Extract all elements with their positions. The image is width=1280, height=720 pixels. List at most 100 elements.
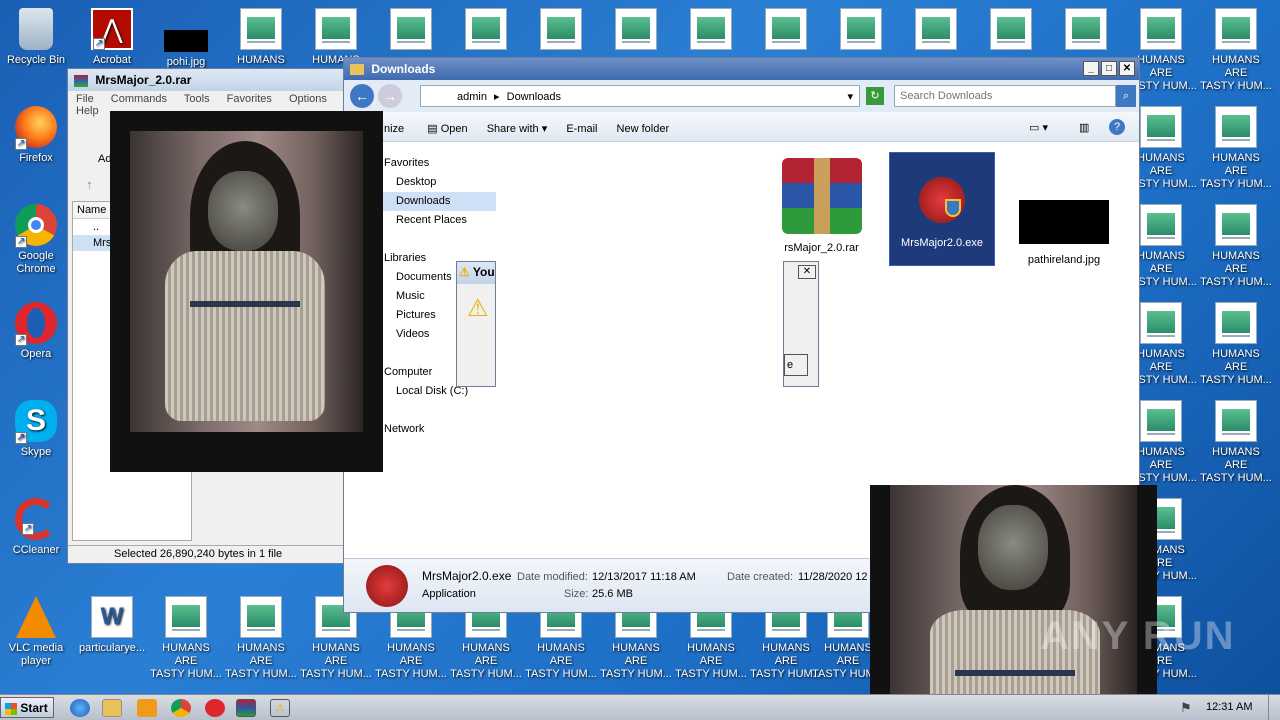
ie-icon[interactable] (70, 699, 90, 717)
window-title: MrsMajor_2.0.rar (95, 73, 192, 87)
close-button[interactable]: ✕ (798, 265, 816, 279)
desktop-icon-humans[interactable] (750, 8, 822, 54)
explorer-titlebar[interactable]: Downloads _ □ ✕ (344, 58, 1139, 80)
desktop-icon-chrome[interactable]: ↗ Google Chrome (0, 204, 72, 276)
desktop-icon-vlc[interactable]: VLC media player (0, 596, 72, 668)
warning-dialog[interactable]: ⚠ You ⚠ (456, 261, 496, 387)
search-input[interactable] (894, 85, 1116, 107)
menu-item-commands[interactable]: Commands (111, 93, 167, 105)
minimize-button[interactable]: _ (1083, 61, 1099, 76)
document-icon (1140, 302, 1182, 344)
winrar-taskbar-icon[interactable] (236, 699, 256, 717)
details-file-type: Application (422, 588, 476, 600)
desktop-icon-humans[interactable]: HUMANS ARE TASTY HUM... (1200, 8, 1272, 93)
organize-button[interactable]: nize (384, 123, 404, 135)
file-item-rar[interactable]: rsMajor_2.0.rar (774, 158, 869, 254)
desktop-icon-acrobat[interactable]: ⋀ ↗ Acrobat (76, 8, 148, 67)
warning-taskbar-icon[interactable]: ⚠ (270, 699, 290, 717)
share-button[interactable]: Share with ▾ (487, 123, 548, 135)
desktop-icon-humans[interactable] (675, 8, 747, 54)
opera-taskbar-icon[interactable] (205, 699, 225, 717)
desktop-icon-humans[interactable]: HUMANS ARE TASTY HUM... (1200, 302, 1272, 387)
breadcrumb[interactable]: admin ▸ Downloads ▾ (420, 85, 860, 107)
desktop-icon-particular[interactable]: W particularye... (76, 596, 148, 655)
winrar-app-icon (74, 74, 88, 87)
breadcrumb-item[interactable]: Downloads (507, 91, 561, 103)
desktop-icon-label: HUMANS ARE (1212, 348, 1260, 373)
email-button[interactable]: E-mail (566, 123, 597, 135)
desktop-icon-humans[interactable] (1050, 8, 1122, 54)
close-button[interactable]: ✕ (1119, 61, 1135, 76)
clock[interactable]: 12:31 AM (1206, 701, 1252, 713)
flag-icon[interactable]: ⚑ (1180, 700, 1192, 716)
menu-item-help[interactable]: Help (76, 105, 99, 117)
desktop-icon-humans[interactable] (375, 8, 447, 54)
recycle-bin-icon (19, 8, 53, 50)
desktop-icon-label: HUMANS ARE (387, 642, 435, 667)
desktop-icon-humans[interactable] (450, 8, 522, 54)
document-icon (240, 8, 282, 50)
desktop-icon-humans[interactable]: HUMANS ARE TASTY HUM... (225, 596, 297, 681)
desktop-icon-label: TASTY HUM... (525, 668, 597, 680)
winrar-titlebar[interactable]: MrsMajor_2.0.rar (68, 69, 349, 91)
breadcrumb-item[interactable]: admin (457, 91, 487, 103)
menu-item-favorites[interactable]: Favorites (227, 93, 272, 105)
menu-item-file[interactable]: File (76, 93, 94, 105)
warning-dialog-right[interactable]: ✕ e (783, 261, 819, 387)
desktop-icon-humans[interactable]: HUMANS ARE TASTY HUM... (1200, 400, 1272, 485)
desktop-icon-recycle-bin[interactable]: Recycle Bin (0, 8, 72, 67)
desktop-icon-pohi[interactable]: pohi.jpg (150, 8, 222, 69)
maximize-button[interactable]: □ (1101, 61, 1117, 76)
desktop-icon-humans[interactable] (975, 8, 1047, 54)
search-icon[interactable]: ⌕ (1116, 85, 1136, 107)
forward-arrow-icon[interactable]: → (378, 84, 402, 108)
desktop-icon-label: TASTY HUM... (375, 668, 447, 680)
command-bar: nize ▤ Open Share with ▾ E-mail New fold… (344, 112, 1139, 142)
chevron-down-icon[interactable]: ▾ (847, 90, 853, 103)
menu-item-options[interactable]: Options (289, 93, 327, 105)
explorer-taskbar-icon[interactable] (102, 699, 122, 717)
dialog-button[interactable]: e (784, 354, 808, 376)
media-player-icon[interactable] (137, 699, 157, 717)
open-button[interactable]: ▤ Open (427, 123, 467, 135)
document-icon (165, 596, 207, 638)
desktop-icon-ccleaner[interactable]: ↗ CCleaner (0, 498, 72, 557)
desktop-icon-label: TASTY HUM... (600, 668, 672, 680)
document-icon (1140, 204, 1182, 246)
desktop-icon-skype[interactable]: S ↗ Skype (0, 400, 72, 459)
desktop-icon-opera[interactable]: ↗ Opera (0, 302, 72, 361)
desktop-icon-humans[interactable] (900, 8, 972, 54)
desktop-icon-humans[interactable]: HUMANS ARE TASTY HUM... (1200, 204, 1272, 289)
chrome-taskbar-icon[interactable] (171, 699, 191, 717)
view-icon[interactable]: ▭ ▾ (1029, 121, 1048, 134)
desktop-icon-humans[interactable]: HUMANS ARE TASTY HUM... (1200, 106, 1272, 191)
refresh-icon[interactable]: ↻ (866, 87, 884, 105)
menu-item-tools[interactable]: Tools (184, 93, 210, 105)
desktop-icon-label: Acrobat (93, 54, 131, 66)
desktop-icon-label: TASTY HUM... (1200, 80, 1272, 92)
preview-pane-icon[interactable]: ▥ (1079, 121, 1089, 134)
desktop-icon-humans[interactable]: HUMANS ARE TASTY HUM... (150, 596, 222, 681)
desktop-icon-humans[interactable] (600, 8, 672, 54)
warning-icon: ⚠ (459, 265, 470, 279)
file-item-exe[interactable]: MrsMajor2.0.exe (889, 152, 995, 266)
desktop-icon-label: HUMANS ARE (1137, 348, 1185, 373)
desktop-icon-humans[interactable] (825, 8, 897, 54)
desktop-icon-label: HUMANS ARE (824, 642, 872, 667)
dialog-titlebar[interactable]: ⚠ You (457, 262, 495, 284)
file-item-jpg[interactable]: pathireland.jpg (1012, 200, 1116, 266)
show-desktop-button[interactable] (1268, 695, 1280, 720)
desktop-icon-label: TASTY HUM... (1200, 276, 1272, 288)
new-folder-button[interactable]: New folder (617, 123, 670, 135)
help-icon[interactable]: ? (1109, 119, 1125, 135)
start-button[interactable]: Start (0, 697, 54, 718)
document-icon (690, 8, 732, 50)
desktop-icon-label: TASTY HUM... (1200, 374, 1272, 386)
document-icon (540, 8, 582, 50)
desktop-icon-humans[interactable] (525, 8, 597, 54)
desktop-icon-label: CCleaner (12, 544, 60, 556)
desktop-icon-firefox[interactable]: ↗ Firefox (0, 106, 72, 165)
up-arrow-icon[interactable]: ↑ (86, 177, 93, 192)
back-arrow-icon[interactable]: ← (350, 84, 374, 108)
document-icon (1215, 204, 1257, 246)
